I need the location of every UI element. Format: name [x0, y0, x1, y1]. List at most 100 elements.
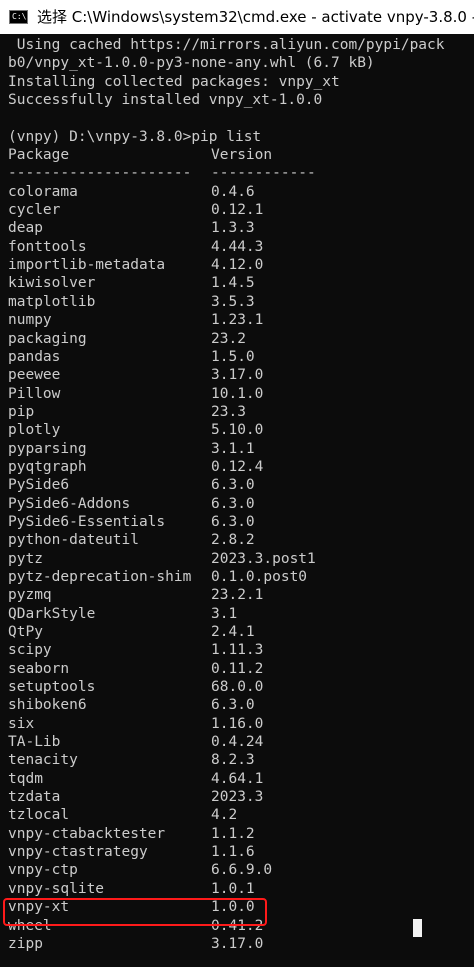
package-row: tzdata 2023.3 — [8, 788, 474, 806]
package-name: pytz-deprecation-shim — [8, 568, 192, 585]
package-row: numpy 1.23.1 — [8, 311, 474, 329]
output-line: Using cached https://mirrors.aliyun.com/… — [8, 37, 445, 53]
package-version: 4.12.0 — [211, 257, 264, 274]
package-name: colorama — [8, 183, 78, 200]
package-version: 0.4.6 — [211, 183, 255, 200]
window-title: 选择 C:\Windows\system32\cmd.exe - activat… — [37, 8, 474, 26]
package-version: 4.2 — [211, 807, 238, 824]
package-row: setuptools 68.0.0 — [8, 678, 474, 696]
package-row: deap 1.3.3 — [8, 219, 474, 237]
package-row: fonttools 4.44.3 — [8, 238, 474, 256]
package-row: colorama 0.4.6 — [8, 183, 474, 201]
package-row: peewee 3.17.0 — [8, 366, 474, 384]
output-line: b0/vnpy_xt-1.0.0-py3-none-any.whl (6.7 k… — [8, 55, 375, 72]
package-version: 1.1.6 — [211, 844, 255, 861]
package-name: numpy — [8, 312, 52, 329]
package-version: 2023.3.post1 — [211, 550, 316, 567]
package-version: 0.11.2 — [211, 660, 264, 677]
package-version: 0.12.4 — [211, 458, 264, 475]
package-version: 0.12.1 — [211, 202, 264, 219]
package-version: 6.3.0 — [211, 697, 255, 714]
package-version: 2.4.1 — [211, 624, 255, 640]
package-name: pyqtgraph — [8, 458, 87, 475]
package-name: PySide6-Essentials — [8, 513, 166, 530]
package-version: 10.1.0 — [211, 385, 264, 402]
package-version: 6.3.0 — [211, 495, 255, 512]
package-name: vnpy-ctp — [8, 862, 78, 879]
package-row: cycler 0.12.1 — [8, 201, 474, 219]
package-row: tzlocal 4.2 — [8, 806, 474, 824]
package-name: tqdm — [8, 770, 43, 787]
package-name: vnpy-sqlite — [8, 880, 105, 897]
separator-row: --------------------- ------------ — [8, 164, 474, 182]
package-name: peewee — [8, 367, 61, 384]
package-name: tzlocal — [8, 807, 70, 824]
package-name: shiboken6 — [8, 697, 87, 714]
package-row: scipy 1.11.3 — [8, 641, 474, 659]
package-name: kiwisolver — [8, 275, 96, 292]
package-row: vnpy-ctastrategy 1.1.6 — [8, 843, 474, 861]
package-row: pandas 1.5.0 — [8, 348, 474, 366]
package-row: importlib-metadata 4.12.0 — [8, 256, 474, 274]
package-name: python-dateutil — [8, 532, 139, 549]
package-version: 6.6.9.0 — [211, 862, 273, 879]
package-row: vnpy-sqlite 1.0.1 — [8, 880, 474, 898]
package-version: 6.3.0 — [211, 513, 255, 530]
package-name: scipy — [8, 642, 52, 659]
package-name: QDarkStyle — [8, 605, 96, 622]
package-version: 1.23.1 — [211, 312, 264, 329]
package-row: tenacity 8.2.3 — [8, 751, 474, 769]
package-name: pandas — [8, 348, 61, 365]
package-row: QtPy 2.4.1 — [8, 623, 474, 641]
package-name: seaborn — [8, 660, 70, 677]
package-row: PySide6-Essentials 6.3.0 — [8, 513, 474, 531]
package-version: 6.3.0 — [211, 477, 255, 494]
terminal-area[interactable]: Using cached https://mirrors.aliyun.com/… — [0, 34, 474, 967]
package-name: deap — [8, 220, 43, 237]
package-row: PySide6 6.3.0 — [8, 476, 474, 494]
package-row: pyqtgraph 0.12.4 — [8, 458, 474, 476]
package-version: 23.3 — [211, 403, 246, 420]
package-name: cycler — [8, 202, 61, 219]
package-version: 1.0.1 — [211, 880, 255, 897]
highlight-box — [3, 898, 267, 926]
package-name: pytz — [8, 550, 43, 567]
package-row: seaborn 0.11.2 — [8, 660, 474, 678]
package-version: 1.3.3 — [211, 220, 255, 237]
package-name: fonttools — [8, 238, 87, 255]
package-row: PySide6-Addons 6.3.0 — [8, 495, 474, 513]
table-header-row: Package Version — [8, 146, 474, 164]
package-row: pip 23.3 — [8, 403, 474, 421]
package-version: 1.4.5 — [211, 275, 255, 292]
package-name: pyparsing — [8, 440, 87, 457]
package-row: plotly 5.10.0 — [8, 421, 474, 439]
package-name: six — [8, 715, 35, 732]
package-row: vnpy-ctabacktester 1.1.2 — [8, 825, 474, 843]
terminal-output: Using cached https://mirrors.aliyun.com/… — [8, 36, 474, 953]
package-name: tenacity — [8, 752, 78, 769]
package-name: Pillow — [8, 385, 61, 402]
package-version: 23.2.1 — [211, 587, 264, 604]
package-row: pytz 2023.3.post1 — [8, 550, 474, 568]
package-version: 1.1.2 — [211, 825, 255, 842]
package-row: tqdm 4.64.1 — [8, 770, 474, 788]
package-version: 3.17.0 — [211, 367, 264, 384]
package-row: pyparsing 3.1.1 — [8, 440, 474, 458]
package-version: 3.5.3 — [211, 293, 255, 310]
package-name: PySide6 — [8, 477, 70, 494]
package-row: matplotlib 3.5.3 — [8, 293, 474, 311]
version-separator: ------------ — [211, 165, 316, 182]
output-line: Successfully installed vnpy_xt-1.0.0 — [8, 92, 323, 109]
package-name: zipp — [8, 935, 43, 952]
package-name: tzdata — [8, 789, 61, 806]
package-version: 4.44.3 — [211, 238, 264, 255]
package-name: importlib-metadata — [8, 257, 166, 274]
package-name: TA-Lib — [8, 734, 61, 751]
package-name: plotly — [8, 422, 61, 439]
package-row: shiboken6 6.3.0 — [8, 696, 474, 714]
package-name: pip — [8, 403, 35, 420]
package-row: vnpy-ctp 6.6.9.0 — [8, 861, 474, 879]
window-title-bar[interactable]: C:\ 选择 C:\Windows\system32\cmd.exe - act… — [0, 0, 474, 34]
package-version: 23.2 — [211, 330, 246, 347]
package-name: vnpy-ctastrategy — [8, 844, 148, 861]
